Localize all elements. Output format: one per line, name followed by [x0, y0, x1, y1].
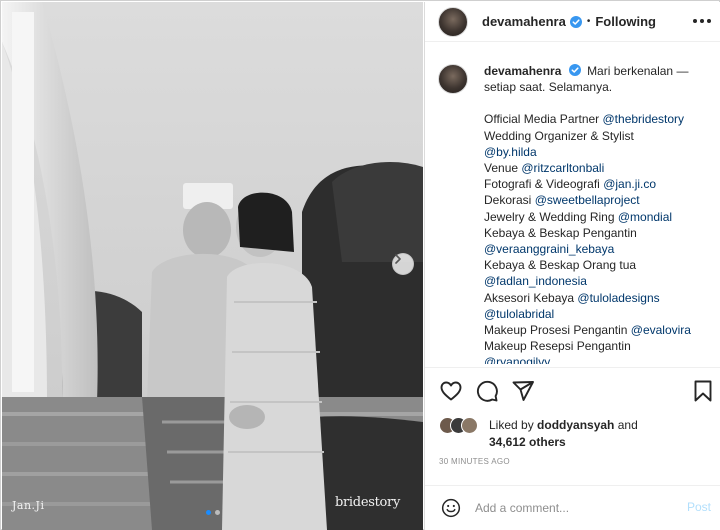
carousel-dot-active — [205, 510, 211, 515]
post-comment-button[interactable]: Post — [687, 500, 711, 514]
heart-outline-icon[interactable] — [439, 379, 463, 403]
credit-mention-link[interactable]: @thebridestory — [603, 112, 685, 126]
credit-label: Venue — [484, 161, 522, 176]
author-avatar[interactable] — [438, 6, 468, 37]
caption-credit-line: Aksesori Kebaya @tuloladesigns — [484, 290, 716, 306]
caption-intro: Mari berkenalan — — [587, 64, 689, 78]
credit-mention-link[interactable]: @by.hilda — [484, 145, 537, 159]
liked-by-user[interactable]: doddyansyah — [537, 418, 614, 432]
liker-avatars[interactable] — [439, 417, 483, 435]
credit-mention-link[interactable]: @veraanggraini_kebaya — [484, 242, 614, 256]
caption-author-avatar[interactable] — [438, 64, 468, 94]
wedding-photo-illustration — [2, 2, 423, 530]
credit-mention-link[interactable]: @ritzcarltonbali — [521, 161, 604, 175]
credit-label: Kebaya & Beskap Pengantin — [484, 225, 637, 240]
verified-badge-icon — [569, 15, 582, 28]
liker-avatar — [461, 417, 478, 434]
carousel-indicator — [2, 510, 423, 515]
smiley-icon[interactable] — [441, 498, 461, 518]
credit-mention-link[interactable]: @ryanogilvy — [484, 355, 550, 364]
credit-mention-link[interactable]: @fadlan_indonesia — [484, 274, 587, 288]
more-icon-dot — [707, 19, 711, 23]
credit-mention-link[interactable]: @tulolabridal — [484, 307, 554, 321]
liked-by-and: and — [614, 418, 638, 432]
caption-credit-line: @by.hilda — [484, 144, 716, 160]
caption-text: devamahenra Mari berkenalan — setiap saa… — [484, 63, 716, 364]
liked-by-prefix: Liked by — [489, 418, 538, 432]
caption-credit-line: Kebaya & Beskap Pengantin — [484, 225, 716, 241]
likes-count-others: others — [525, 435, 566, 449]
credit-label: Wedding Organizer & Stylist — [484, 128, 634, 143]
following-button[interactable]: Following — [595, 14, 656, 29]
post-header: devamahenra • Following — [425, 2, 720, 42]
comment-input[interactable] — [475, 498, 675, 518]
credit-label: Kebaya & Beskap Orang tua — [484, 258, 637, 273]
caption-credit-line: Kebaya & Beskap Orang tua — [484, 257, 716, 273]
more-icon-dot — [700, 19, 704, 23]
author-username[interactable]: devamahenra — [482, 14, 566, 29]
caption-credit-line: Jewelry & Wedding Ring @mondial — [484, 209, 716, 225]
caption-divider — [425, 367, 720, 368]
credit-label: Makeup Prosesi Pengantin — [484, 323, 631, 338]
credit-mention-link[interactable]: @mondial — [618, 210, 672, 224]
likes-count[interactable]: 34,612 others — [489, 434, 566, 450]
credit-mention-link[interactable]: @sweetbellaproject — [535, 193, 640, 207]
verified-badge-icon — [568, 64, 581, 76]
caption-credit-line: Makeup Prosesi Pengantin @evalovira — [484, 322, 716, 338]
post-photo[interactable]: Jan.Ji bridestory — [2, 2, 423, 530]
paper-plane-icon[interactable] — [511, 379, 535, 403]
credit-label: Makeup Resepsi Pengantin — [484, 339, 631, 354]
credit-label: Fotografi & Videografi — [484, 177, 604, 192]
comment-bar: Post — [425, 485, 720, 530]
bridestory-watermark: bridestory — [335, 495, 400, 510]
instagram-post-window: Jan.Ji bridestory devamahenra • Followin… — [0, 0, 720, 530]
caption-first-line: devamahenra Mari berkenalan — — [484, 63, 716, 79]
caption-credit-line: @ryanogilvy — [484, 354, 716, 364]
post-timestamp[interactable]: 30 MINUTES AGO — [439, 457, 510, 466]
more-options-button[interactable] — [693, 14, 711, 28]
carousel-dot — [214, 510, 220, 515]
credit-label: Jewelry & Wedding Ring — [484, 209, 618, 224]
caption-credit-line: @tulolabridal — [484, 306, 716, 322]
credit-label: Official Media Partner — [484, 112, 603, 127]
caption-scroll-area[interactable]: devamahenra Mari berkenalan — setiap saa… — [425, 55, 720, 364]
credit-mention-link[interactable]: @tuloladesigns — [577, 291, 659, 305]
post-side-panel: devamahenra • Following devamahenra Mari… — [424, 2, 720, 530]
likes-section: Liked by doddyansyah and 34,612 others — [439, 414, 719, 450]
more-icon-dot — [693, 19, 697, 23]
caption-credit-line: @veraanggraini_kebaya — [484, 241, 716, 257]
caption-username[interactable]: devamahenra — [484, 64, 561, 78]
caption-credit-line: Dekorasi @sweetbellaproject — [484, 192, 716, 208]
chevron-right-icon — [395, 254, 401, 264]
credit-label: Dekorasi — [484, 193, 535, 208]
credit-mention-link[interactable]: @jan.ji.co — [603, 177, 656, 191]
caption-credits: Official Media Partner @thebridestory Wed… — [484, 111, 716, 364]
caption-credit-line: Official Media Partner @thebridestory — [484, 111, 716, 127]
speech-bubble-icon[interactable] — [475, 379, 499, 403]
caption-credit-line: Wedding Organizer & Stylist — [484, 128, 716, 144]
caption-credit-line: Makeup Resepsi Pengantin — [484, 338, 716, 354]
liked-by-text: Liked by doddyansyah and — [489, 417, 719, 433]
action-bar — [425, 375, 720, 407]
credit-label: Aksesori Kebaya — [484, 290, 578, 305]
caption-intro-line-2: setiap saat. Selamanya. — [484, 80, 613, 95]
separator-dot: • — [586, 16, 591, 27]
credit-mention-link[interactable]: @evalovira — [631, 323, 691, 337]
caption-credit-line: Fotografi & Videografi @jan.ji.co — [484, 176, 716, 192]
caption-credit-line: Venue @ritzcarltonbali — [484, 160, 716, 176]
likes-count-number: 34,612 — [489, 435, 526, 449]
caption-credit-line: @fadlan_indonesia — [484, 273, 716, 289]
bookmark-icon[interactable] — [691, 379, 715, 403]
carousel-next-button[interactable] — [392, 253, 414, 275]
